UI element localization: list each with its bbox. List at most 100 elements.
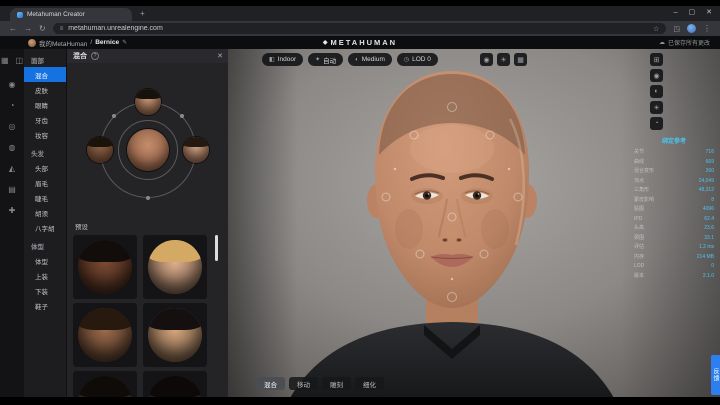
auto-label: 自动 xyxy=(323,55,336,65)
stats-icon[interactable]: ◫ xyxy=(15,54,25,66)
sparkle-icon: ✦ xyxy=(315,56,320,63)
presets-label: 预设 xyxy=(75,221,88,231)
preset-face xyxy=(148,376,202,397)
breadcrumb-root[interactable]: 我的MetaHuman xyxy=(39,38,87,48)
stats-row: 顶点24,049 xyxy=(634,177,714,187)
preset-thumbnail[interactable] xyxy=(73,235,137,299)
sidebar-item[interactable]: 皮肤 xyxy=(24,82,66,97)
browser-tab-strip: Metahuman Creator + – ▢ ✕ xyxy=(0,6,720,21)
window-close-button[interactable]: ✕ xyxy=(706,8,712,16)
sidebar-item[interactable]: 胡须 xyxy=(24,205,66,220)
bookmark-star-icon[interactable]: ☆ xyxy=(653,25,659,33)
minimize-button[interactable]: – xyxy=(674,9,678,16)
panel-close-icon[interactable]: ✕ xyxy=(217,52,223,60)
stats-value: 8 xyxy=(711,196,714,206)
sidebar-item[interactable]: 八字胡 xyxy=(24,220,66,235)
stats-label: 贴图 xyxy=(634,205,644,215)
environment-icon: ◧ xyxy=(269,56,275,63)
eyes-icon[interactable]: ◍ xyxy=(6,141,18,153)
profile-avatar[interactable] xyxy=(687,24,696,33)
camera-preset-icon[interactable]: ◉ xyxy=(650,69,663,82)
browser-menu-icon[interactable]: ⋮ xyxy=(703,24,711,33)
clothing-icon[interactable]: ✚ xyxy=(6,204,18,216)
render-quality-icon[interactable]: ◐ xyxy=(650,85,663,98)
sidebar-item[interactable]: 眉毛 xyxy=(24,175,66,190)
blend-face-center[interactable] xyxy=(127,129,169,171)
maximize-button[interactable]: ▢ xyxy=(689,8,696,16)
blend-face-right[interactable] xyxy=(183,137,209,163)
sidebar-item[interactable]: 体型 xyxy=(24,253,66,268)
breadcrumb-current: Bernice xyxy=(95,39,119,46)
sidebar-item[interactable]: 睫毛 xyxy=(24,190,66,205)
back-button[interactable]: ← xyxy=(9,24,17,33)
stats-row: IPD62.4 xyxy=(634,215,714,225)
sidebar-item[interactable]: 鞋子 xyxy=(24,298,66,313)
auto-quality-button[interactable]: ✦ 自动 xyxy=(308,53,343,66)
preset-thumbnail[interactable] xyxy=(143,303,207,367)
sidebar-item[interactable]: 眼睛 xyxy=(24,97,66,112)
sidebar-item[interactable]: 牙齿 xyxy=(24,112,66,127)
forward-button[interactable]: → xyxy=(24,24,32,33)
preset-thumbnail[interactable] xyxy=(73,371,137,397)
tab-favicon-icon xyxy=(17,12,23,18)
stats-value: 33.1 xyxy=(704,234,714,244)
preset-thumbnail[interactable] xyxy=(73,303,137,367)
mode-button[interactable]: 混合 xyxy=(256,377,285,390)
metahuman-logo-icon: ◆ xyxy=(323,39,328,46)
expand-icon[interactable]: ⊞ xyxy=(650,53,663,66)
sidebar-item[interactable]: 混合 xyxy=(24,67,66,82)
lod-button[interactable]: ◷ LOD 0 xyxy=(397,53,438,66)
help-icon[interactable]: ? xyxy=(91,52,99,60)
blend-dot[interactable] xyxy=(180,114,184,118)
home-grid-icon[interactable]: ▦ xyxy=(0,54,10,66)
viewport-toolbar: ◧ Indoor ✦ 自动 ◐ Medium ◷ LOD 0 xyxy=(262,53,438,66)
blend-dot[interactable] xyxy=(146,196,150,200)
stats-row: 头高23.6 xyxy=(634,224,714,234)
blend-dot[interactable] xyxy=(112,114,116,118)
site-info-icon[interactable]: ≡ xyxy=(60,26,64,32)
face-icon[interactable]: ◔ xyxy=(6,99,18,111)
mode-button[interactable]: 细化 xyxy=(355,377,384,390)
blend-face-top[interactable] xyxy=(135,89,161,115)
sidebar-item[interactable]: 下装 xyxy=(24,283,66,298)
preset-thumbnail[interactable] xyxy=(143,235,207,299)
quality-button[interactable]: ◐ Medium xyxy=(348,53,392,66)
hair-icon[interactable]: ◭ xyxy=(6,162,18,174)
address-bar[interactable]: ≡ metahuman.unrealengine.com ☆ xyxy=(53,23,667,34)
light-icon[interactable]: ☀ xyxy=(650,101,663,114)
extensions-icon[interactable]: ◳ xyxy=(673,25,680,33)
hair-cap xyxy=(183,137,209,147)
stats-label: 内存 xyxy=(634,253,644,263)
breadcrumb-separator: / xyxy=(90,39,92,46)
feedback-tab[interactable]: 反馈 xyxy=(711,355,720,395)
camera-icon[interactable]: ◉ xyxy=(480,53,493,66)
rename-icon[interactable]: ✎ xyxy=(122,39,127,46)
environment-label: Indoor xyxy=(278,56,296,63)
stats-value: 669 xyxy=(706,158,714,168)
cloud-saved-icon: ☁ xyxy=(659,39,665,46)
lighting-icon[interactable]: ☀ xyxy=(497,53,510,66)
environment-button[interactable]: ◧ Indoor xyxy=(262,53,303,66)
preset-icon[interactable]: ◉ xyxy=(6,78,18,90)
sidebar-item[interactable]: 妆容 xyxy=(24,127,66,142)
body-icon[interactable]: ▤ xyxy=(6,183,18,195)
hair-cap xyxy=(148,376,202,397)
reload-button[interactable]: ↻ xyxy=(39,24,46,33)
browser-tab[interactable]: Metahuman Creator xyxy=(10,8,132,21)
stats-value: 214 MB xyxy=(697,253,714,263)
preset-thumbnail[interactable] xyxy=(143,371,207,397)
mode-button[interactable]: 移动 xyxy=(289,377,318,390)
grid-icon[interactable]: ▦ xyxy=(514,53,527,66)
preset-face xyxy=(148,240,202,294)
skin-icon[interactable]: ◎ xyxy=(6,120,18,132)
sidebar-item[interactable]: 上装 xyxy=(24,268,66,283)
presets-scrollbar[interactable] xyxy=(215,235,218,261)
viewport-icon-buttons: ◉ ☀ ▦ xyxy=(480,53,527,66)
mode-button[interactable]: 雕刻 xyxy=(322,377,351,390)
sidebar-section-title: 体型 xyxy=(24,235,66,253)
new-tab-button[interactable]: + xyxy=(140,9,145,18)
stats-value: 4096 xyxy=(703,205,714,215)
blend-face-left[interactable] xyxy=(87,137,113,163)
sidebar-item[interactable]: 头部 xyxy=(24,160,66,175)
info-icon[interactable]: ◔ xyxy=(650,117,663,130)
